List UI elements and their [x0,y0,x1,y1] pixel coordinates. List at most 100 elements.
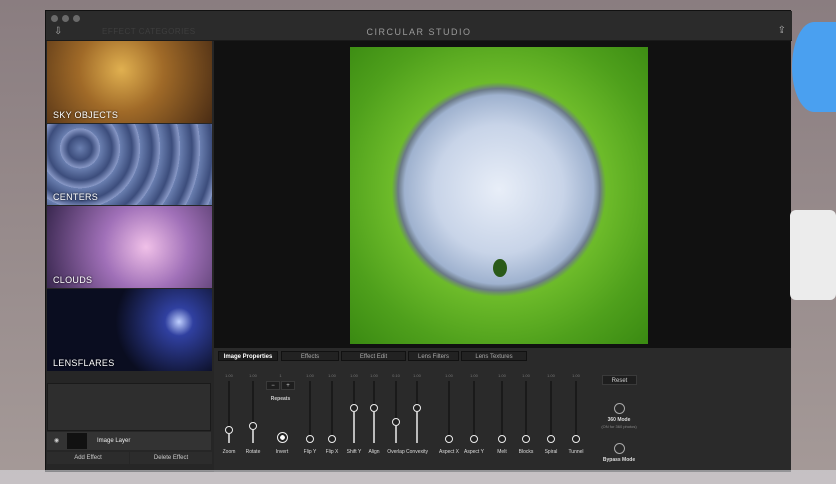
slider-track[interactable] [473,381,475,443]
layer-thumbnail-icon [67,433,87,449]
slider-blocks[interactable]: 1.00 Blocks [514,373,538,461]
category-label: SKY OBJECTS [53,110,119,120]
slider-knob[interactable] [249,422,257,431]
bypass-mode-label: Bypass Mode [602,457,636,463]
share-icon[interactable]: ⇪ [778,25,786,36]
tab-lens-textures[interactable]: Lens Textures [461,351,527,361]
slider-value: 1.00 [572,373,580,378]
category-lensflares[interactable]: LENSFLARES [47,289,212,371]
properties-panel: Image Properties Effects Effect Edit Lens F… [214,348,791,472]
title-bar: ⇩ EFFECT CATEGORIES CIRCULAR STUDIO ⇪ [46,11,792,41]
slider-track[interactable] [525,381,527,443]
slider-track[interactable] [309,381,311,443]
slider-knob[interactable] [328,435,336,443]
slider-flip-y[interactable]: 1.00 Flip Y [298,373,322,461]
desktop-messages-icon [792,22,836,112]
tab-lens-filters[interactable]: Lens Filters [408,351,459,361]
slider-value: 1.00 [547,373,555,378]
slider-convexity[interactable]: 1.00 Convexity [405,373,429,461]
slider-fill [228,434,230,443]
slider-knob[interactable] [445,435,453,443]
slider-track[interactable] [575,381,577,443]
minimize-window-button[interactable] [62,15,69,22]
slider-track[interactable] [550,381,552,443]
slider-knob[interactable] [547,435,555,443]
slider-zoom[interactable]: 1.00 Zoom [217,373,241,461]
slider-melt[interactable]: 1.00 Melt [490,373,514,461]
dock [0,470,836,484]
slider-tunnel[interactable]: 1.00 Tunnel [564,373,588,461]
slider-value: 1.00 [522,373,530,378]
category-label: LENSFLARES [53,358,115,368]
slider-track[interactable] [501,381,503,443]
category-sky-objects[interactable]: SKY OBJECTS [47,41,212,123]
slider-value: 1.00 [225,373,233,378]
slider-knob[interactable] [225,426,233,435]
slider-rotate[interactable]: 1.00 Rotate [241,373,265,461]
reset-button[interactable]: Reset [602,375,637,385]
360-mode-toggle[interactable] [614,403,625,414]
slider-value: 1.00 [306,373,314,378]
category-label: CLOUDS [53,275,93,285]
slider-value: 1.00 [249,373,257,378]
zoom-window-button[interactable] [73,15,80,22]
add-effect-button[interactable]: Add Effect [47,452,129,464]
slider-flip-x[interactable]: 1.00 Flip X [320,373,344,461]
repeats-plus-button[interactable]: + [281,381,295,390]
slider-knob[interactable] [470,435,478,443]
slider-knob[interactable] [392,417,400,426]
slider-knob[interactable] [350,404,358,413]
slider-label: Convexity [406,449,428,455]
tab-effects[interactable]: Effects [281,351,339,361]
bypass-mode-toggle[interactable] [614,443,625,454]
slider-knob[interactable] [370,404,378,413]
invert-toggle[interactable] [277,432,288,443]
slider-fill [416,412,418,443]
repeats-minus-button[interactable]: − [266,381,280,390]
layer-list [47,383,211,431]
slider-spiral[interactable]: 1.00 Spiral [539,373,563,461]
slider-align[interactable]: 1.00 Align [362,373,386,461]
slider-value: 1.00 [445,373,453,378]
slider-knob[interactable] [413,404,421,413]
slider-aspect-y[interactable]: 1.00 Aspect Y [462,373,486,461]
slider-fill [395,425,397,443]
preview-area [214,41,791,348]
slider-knob[interactable] [522,435,530,443]
tab-image-properties[interactable]: Image Properties [218,351,278,361]
desktop-trash-icon [790,210,836,300]
slider-knob[interactable] [498,435,506,443]
slider-label: Tunnel [568,449,584,455]
invert-label: Invert [275,449,289,455]
tree-icon [493,259,507,277]
repeats-label: Repeats [270,396,291,402]
slider-knob[interactable] [572,435,580,443]
delete-effect-button[interactable]: Delete Effect [130,452,212,464]
category-label: CENTERS [53,192,99,202]
slider-value: 1.00 [470,373,478,378]
repeats-value: 1 [279,373,282,378]
close-window-button[interactable] [51,15,58,22]
tab-effect-edit[interactable]: Effect Edit [341,351,406,361]
category-clouds[interactable]: CLOUDS [47,206,212,288]
image-layer-row[interactable]: ◉ Image Layer [47,432,211,450]
slider-fill [353,412,355,443]
slider-aspect-x[interactable]: 1.00 Aspect X [437,373,461,461]
slider-value: 1.00 [370,373,378,378]
slider-value: 1.00 [498,373,506,378]
slider-value: 1.00 [413,373,421,378]
preview-image [350,47,648,344]
app-title: CIRCULAR STUDIO [366,27,472,37]
slider-fill [252,430,254,443]
slider-track[interactable] [331,381,333,443]
slider-track[interactable] [448,381,450,443]
layer-label: Image Layer [97,438,131,444]
360-mode-label: 360 Mode [607,417,631,423]
slider-label: Rotate [245,449,261,455]
slider-knob[interactable] [306,435,314,443]
category-centers[interactable]: CENTERS [47,124,212,205]
slider-value: 1.00 [328,373,336,378]
app-window: ⇩ EFFECT CATEGORIES CIRCULAR STUDIO ⇪ SK… [45,10,792,472]
eye-icon[interactable]: ◉ [54,437,59,444]
slider-fill [373,412,375,443]
